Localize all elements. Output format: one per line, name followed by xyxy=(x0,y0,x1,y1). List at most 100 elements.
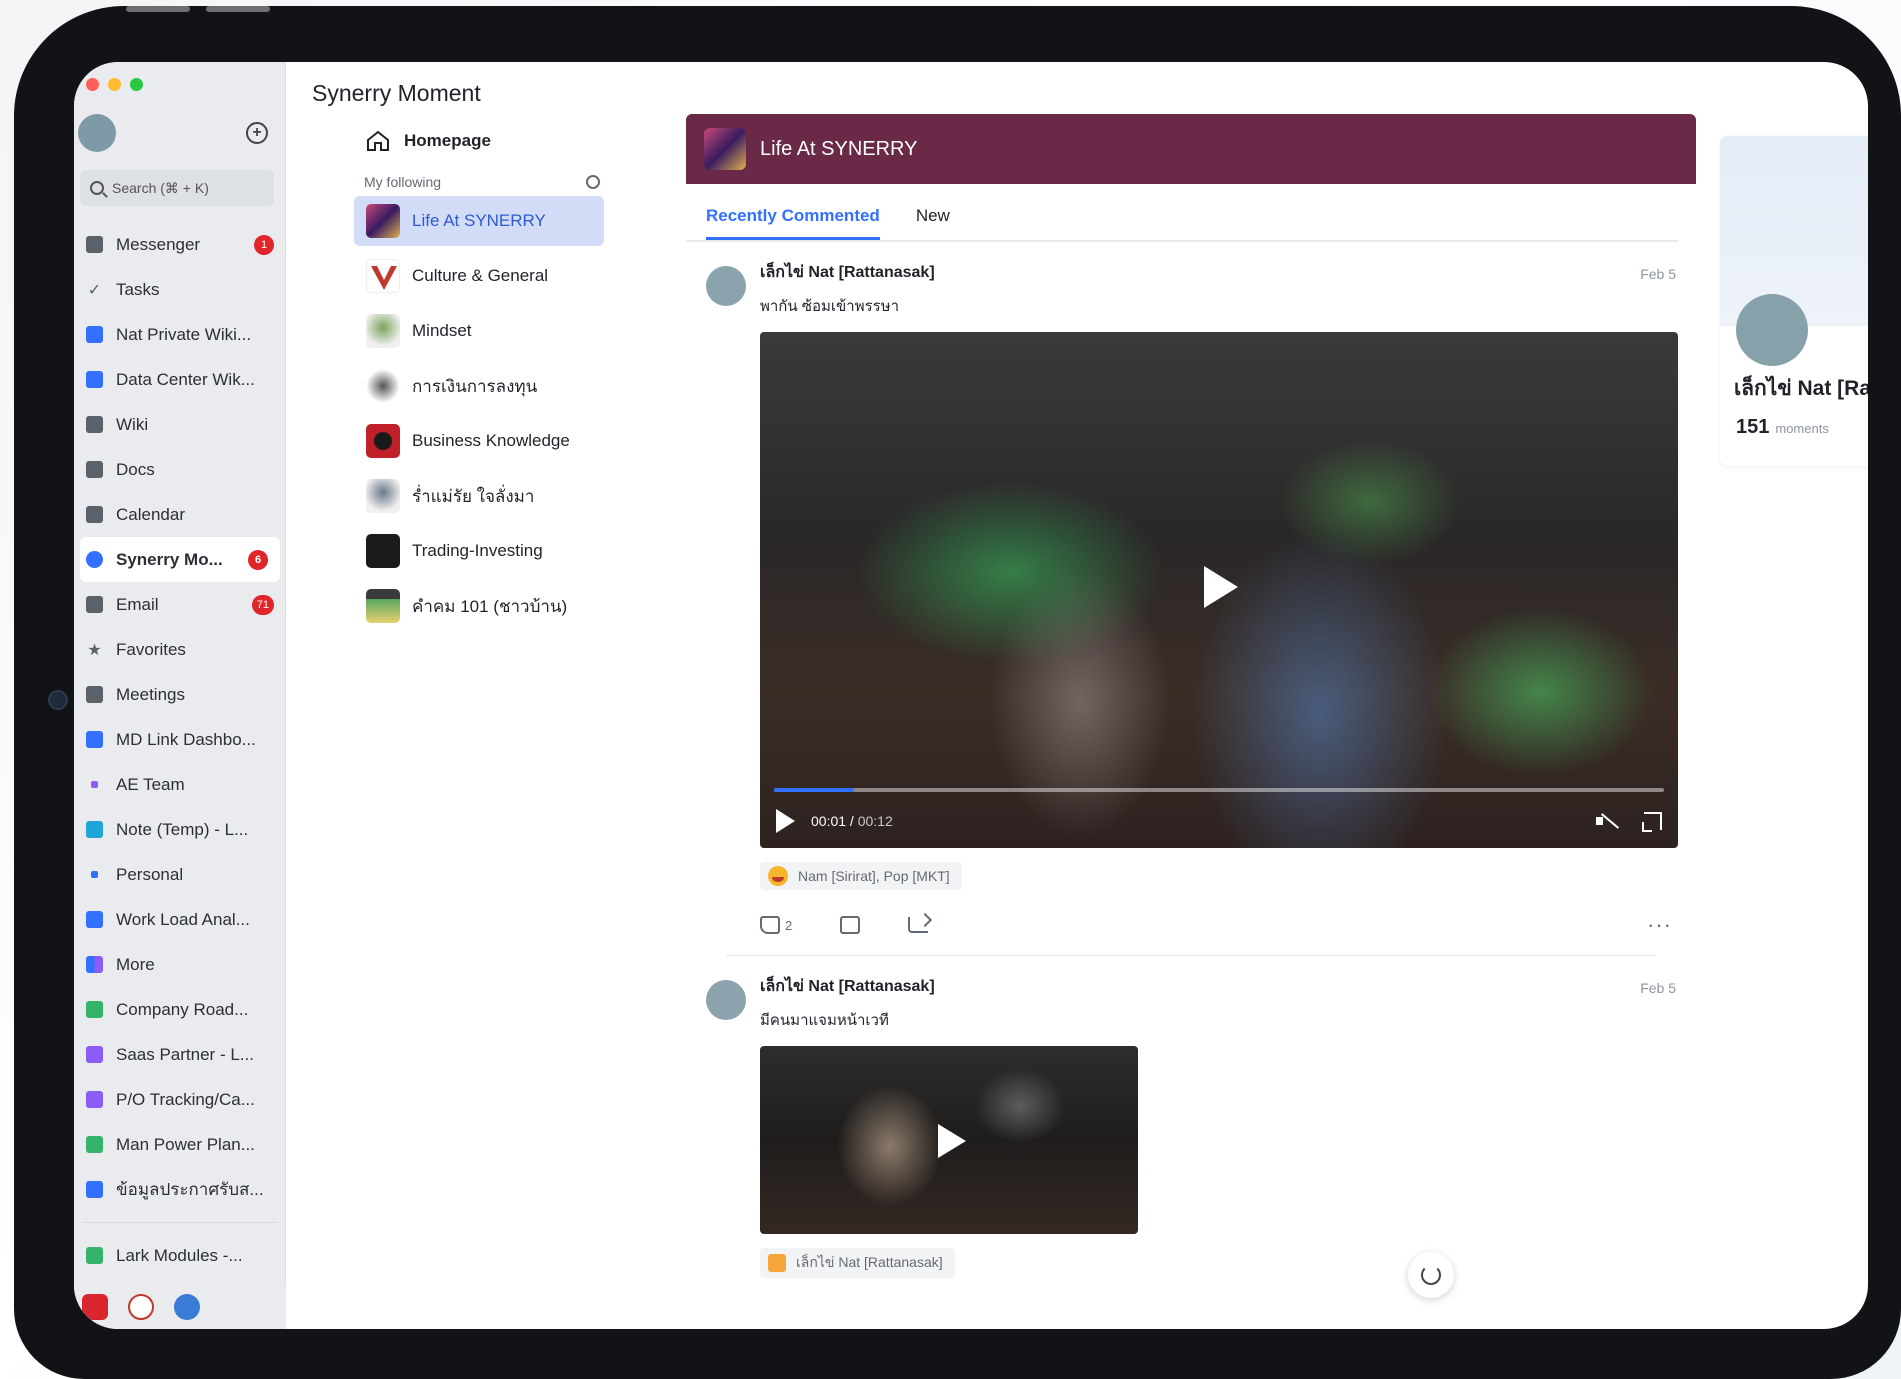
profile-moments-count: 151 moments xyxy=(1736,416,1829,438)
video-current-time: 00:01 xyxy=(811,813,847,829)
post-author[interactable]: เล็กไข่ Nat [Rattanasak] xyxy=(760,260,1674,285)
lark-item-messenger[interactable]: Messenger 1 xyxy=(74,222,286,267)
lark-item-announcement-data[interactable]: ข้อมูลประกาศรับส... xyxy=(74,1167,286,1212)
lark-item-md-link-dashboard[interactable]: MD Link Dashbo... xyxy=(74,717,286,762)
doc-blue-icon xyxy=(86,911,103,928)
lark-item-work-load-analysis[interactable]: Work Load Anal... xyxy=(74,897,286,942)
nav-channel-trading-investing[interactable]: Trading-Investing xyxy=(354,526,604,576)
hardware-button xyxy=(126,6,190,12)
lark-item-more[interactable]: More xyxy=(74,942,286,987)
maximize-window-button[interactable] xyxy=(130,78,143,91)
video-thumbnail[interactable] xyxy=(760,1046,1138,1234)
nav-channel-culture-general[interactable]: Culture & General xyxy=(354,251,604,301)
play-icon[interactable] xyxy=(1204,566,1238,608)
close-window-button[interactable] xyxy=(86,78,99,91)
lark-item-wiki[interactable]: Wiki xyxy=(74,402,286,447)
nav-channel-quotes-101[interactable]: คำคม 101 (ชาวบ้าน) xyxy=(354,581,604,631)
nav-homepage[interactable]: Homepage xyxy=(354,118,604,164)
lark-item-personal[interactable]: Personal xyxy=(74,852,286,897)
share-button[interactable] xyxy=(908,917,929,933)
lark-item-nat-private-wiki[interactable]: Nat Private Wiki... xyxy=(74,312,286,357)
lark-item-man-power-plan[interactable]: Man Power Plan... xyxy=(74,1122,286,1167)
lark-item-meetings[interactable]: Meetings xyxy=(74,672,286,717)
channel-banner: Life At SYNERRY xyxy=(686,114,1696,184)
app-shortcut-icon[interactable] xyxy=(82,1294,108,1320)
comment-icon xyxy=(840,916,861,934)
app-shortcut-icon[interactable] xyxy=(128,1294,154,1320)
channel-thumb xyxy=(366,534,400,568)
nav-channel-finance-investment[interactable]: การเงินการลงทุน xyxy=(354,361,604,411)
user-avatar[interactable] xyxy=(78,114,116,152)
lark-item-ae-team[interactable]: AE Team xyxy=(74,762,286,807)
mute-icon[interactable] xyxy=(1596,812,1618,830)
avatar[interactable] xyxy=(706,980,746,1020)
lark-item-tasks[interactable]: ✓ Tasks xyxy=(74,267,286,312)
window-controls xyxy=(86,78,143,91)
search-box[interactable]: Search (⌘ + K) xyxy=(80,170,274,206)
sheet-purple-icon xyxy=(86,1046,103,1063)
unread-badge: 6 xyxy=(248,550,268,570)
lark-item-favorites[interactable]: ★ Favorites xyxy=(74,627,286,672)
reactions-bar[interactable]: Nam [Sirirat], Pop [MKT] xyxy=(760,862,962,890)
lark-sidebar: + Search (⌘ + K) Messenger 1 ✓ Tasks Nat P… xyxy=(74,62,286,1329)
fullscreen-icon[interactable] xyxy=(1642,812,1662,832)
checkmark-icon: ✓ xyxy=(87,281,102,299)
moments-icon xyxy=(86,551,103,568)
lark-item-docs[interactable]: Docs xyxy=(74,447,286,492)
channel-thumb xyxy=(366,259,400,293)
comment-button[interactable] xyxy=(840,916,861,934)
feed-tabs: Recently Commented New xyxy=(686,184,1678,242)
bottom-app-dock xyxy=(74,1285,286,1329)
moments-feed: Life At SYNERRY Recently Commented New F… xyxy=(686,114,1696,1329)
lark-item-calendar[interactable]: Calendar xyxy=(74,492,286,537)
play-icon[interactable] xyxy=(776,809,795,833)
video-progress-bar[interactable] xyxy=(774,788,1664,792)
refresh-icon xyxy=(1421,1265,1441,1285)
plus-circle-icon[interactable]: + xyxy=(246,122,268,144)
avatar[interactable] xyxy=(1736,294,1808,366)
reactions-bar[interactable]: เล็กไข่ Nat [Rattanasak] xyxy=(760,1248,955,1278)
lark-item-company-road[interactable]: Company Road... xyxy=(74,987,286,1032)
channel-thumb xyxy=(366,424,400,458)
sidebar-divider xyxy=(82,1222,278,1223)
lark-item-data-center-wiki[interactable]: Data Center Wik... xyxy=(74,357,286,402)
like-button[interactable]: 2 xyxy=(760,916,792,934)
sheet-green-icon xyxy=(86,1001,103,1018)
moments-nav: Homepage My following Life At SYNERRY Cu… xyxy=(354,118,604,636)
nav-channel-life-at-synerry[interactable]: Life At SYNERRY xyxy=(354,196,604,246)
calendar-icon xyxy=(86,506,103,523)
page-title: Synerry Moment xyxy=(312,80,481,106)
post-author[interactable]: เล็กไข่ Nat [Rattanasak] xyxy=(760,974,1674,999)
sheet-green-icon xyxy=(86,1136,103,1153)
lark-nav-list: Messenger 1 ✓ Tasks Nat Private Wiki... Da… xyxy=(74,222,286,1278)
nav-channel-mindset[interactable]: Mindset xyxy=(354,306,604,356)
play-icon[interactable] xyxy=(938,1124,966,1158)
star-icon: ★ xyxy=(87,641,102,659)
nav-channel-thai-quotes[interactable]: ร่ำแม่รัย ใจลั่งมา xyxy=(354,471,604,521)
more-options-icon[interactable]: ··· xyxy=(1647,912,1672,938)
wiki-icon xyxy=(86,416,103,433)
lark-item-lark-modules[interactable]: Lark Modules -... xyxy=(74,1233,286,1278)
thumbs-up-icon xyxy=(760,916,780,934)
lark-item-saas-partner[interactable]: Saas Partner - L... xyxy=(74,1032,286,1077)
laugh-emoji-icon xyxy=(768,866,788,886)
channel-thumb xyxy=(366,314,400,348)
lark-item-email[interactable]: Email 71 xyxy=(74,582,286,627)
like-count: 2 xyxy=(785,917,793,933)
lark-item-po-tracking[interactable]: P/O Tracking/Ca... xyxy=(74,1077,286,1122)
minimize-window-button[interactable] xyxy=(108,78,121,91)
gear-icon[interactable] xyxy=(586,175,600,189)
tab-new[interactable]: New xyxy=(916,206,950,240)
post-actions: 2 ··· xyxy=(760,912,1674,938)
doc-blue-icon xyxy=(86,326,103,343)
nav-channel-business-knowledge[interactable]: Business Knowledge xyxy=(354,416,604,466)
lark-item-note-temp[interactable]: Note (Temp) - L... xyxy=(74,807,286,852)
lark-item-synerry-moment[interactable]: Synerry Mo... 6 xyxy=(80,537,280,582)
grid-more-icon xyxy=(86,956,103,973)
video-player[interactable]: 00:01 / 00:12 xyxy=(760,332,1678,848)
tab-recently-commented[interactable]: Recently Commented xyxy=(706,206,880,240)
channel-thumb xyxy=(366,589,400,623)
app-shortcut-icon[interactable] xyxy=(174,1294,200,1320)
avatar[interactable] xyxy=(706,266,746,306)
refresh-button[interactable] xyxy=(1408,1252,1454,1298)
